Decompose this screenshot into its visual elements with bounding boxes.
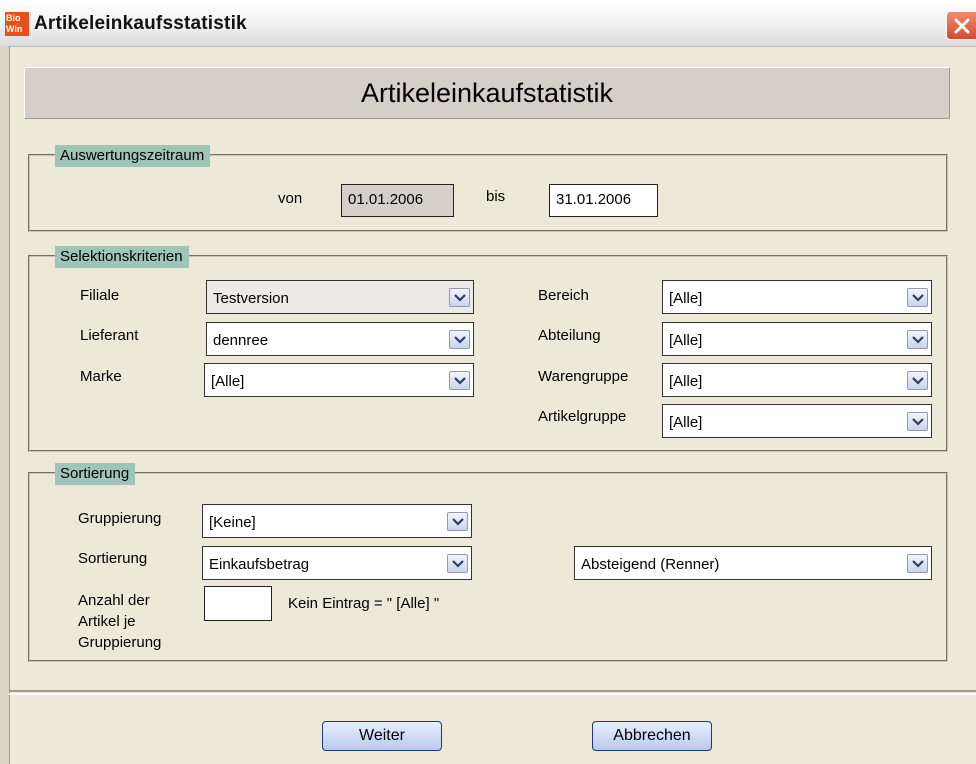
chevron-down-icon[interactable] bbox=[447, 512, 468, 531]
header-bar: Artikeleinkaufstatistik bbox=[24, 67, 950, 119]
sort-order-select[interactable]: Absteigend (Renner) bbox=[574, 546, 932, 580]
close-window-button[interactable] bbox=[946, 11, 976, 40]
warengruppe-label: Warengruppe bbox=[538, 368, 629, 385]
chevron-down-icon[interactable] bbox=[447, 554, 468, 573]
sortierung-select[interactable]: Einkaufsbetrag bbox=[202, 546, 472, 580]
warengruppe-value: [Alle] bbox=[669, 373, 703, 390]
close-icon bbox=[954, 18, 970, 34]
lieferant-label: Lieferant bbox=[80, 327, 139, 344]
from-date-field[interactable]: 01.01.2006 bbox=[341, 184, 454, 217]
anzahl-label-line3: Gruppierung bbox=[78, 634, 162, 651]
bereich-select[interactable]: [Alle] bbox=[662, 280, 932, 314]
to-label: bis bbox=[486, 188, 506, 205]
bereich-label: Bereich bbox=[538, 287, 589, 304]
chevron-down-icon[interactable] bbox=[449, 288, 470, 307]
gruppierung-label: Gruppierung bbox=[78, 510, 162, 527]
abteilung-select[interactable]: [Alle] bbox=[662, 322, 932, 356]
to-date-field[interactable]: 31.01.2006 bbox=[549, 184, 658, 217]
page-title: Artikeleinkaufstatistik bbox=[360, 78, 614, 108]
chevron-down-icon[interactable] bbox=[907, 288, 928, 307]
period-legend: Auswertungszeitraum bbox=[55, 145, 211, 167]
sorting-legend: Sortierung bbox=[55, 463, 136, 485]
window-left-edge bbox=[0, 46, 10, 764]
lieferant-value: dennree bbox=[213, 332, 269, 349]
sort-order-value: Absteigend (Renner) bbox=[581, 556, 720, 573]
filiale-value: Testversion bbox=[213, 290, 289, 307]
marke-label: Marke bbox=[80, 368, 122, 385]
sortierung-label: Sortierung bbox=[78, 550, 148, 567]
artikelgruppe-value: [Alle] bbox=[669, 414, 703, 431]
chevron-down-icon[interactable] bbox=[907, 554, 928, 573]
chevron-down-icon[interactable] bbox=[449, 330, 470, 349]
gruppierung-value: [Keine] bbox=[209, 514, 256, 531]
marke-value: [Alle] bbox=[211, 373, 245, 390]
from-label: von bbox=[278, 190, 303, 207]
abteilung-value: [Alle] bbox=[669, 332, 703, 349]
window-title: Artikeleinkaufsstatistik bbox=[34, 13, 247, 34]
app-logo-icon: Bio Win bbox=[5, 12, 29, 36]
separator bbox=[9, 690, 976, 695]
cancel-button[interactable]: Abbrechen bbox=[592, 721, 712, 751]
sortierung-value: Einkaufsbetrag bbox=[209, 556, 310, 573]
anzahl-label-line1: Anzahl der bbox=[78, 592, 150, 609]
gruppierung-select[interactable]: [Keine] bbox=[202, 504, 472, 538]
anzahl-label-line2: Artikel je bbox=[78, 613, 136, 630]
lieferant-select[interactable]: dennree bbox=[206, 322, 474, 356]
filiale-label: Filiale bbox=[80, 287, 120, 304]
warengruppe-select[interactable]: [Alle] bbox=[662, 363, 932, 397]
bereich-value: [Alle] bbox=[669, 290, 703, 307]
chevron-down-icon[interactable] bbox=[907, 330, 928, 349]
marke-select[interactable]: [Alle] bbox=[204, 363, 474, 397]
filiale-select[interactable]: Testversion bbox=[206, 280, 474, 314]
artikelgruppe-select[interactable]: [Alle] bbox=[662, 404, 932, 438]
artikelgruppe-label: Artikelgruppe bbox=[538, 408, 627, 425]
chevron-down-icon[interactable] bbox=[449, 371, 470, 390]
anzahl-hint: Kein Eintrag = " [Alle] " bbox=[288, 595, 440, 612]
next-button[interactable]: Weiter bbox=[322, 721, 442, 751]
anzahl-input[interactable] bbox=[204, 586, 272, 621]
chevron-down-icon[interactable] bbox=[907, 412, 928, 431]
chevron-down-icon[interactable] bbox=[907, 371, 928, 390]
abteilung-label: Abteilung bbox=[538, 327, 601, 344]
selection-legend: Selektionskriterien bbox=[55, 246, 189, 268]
